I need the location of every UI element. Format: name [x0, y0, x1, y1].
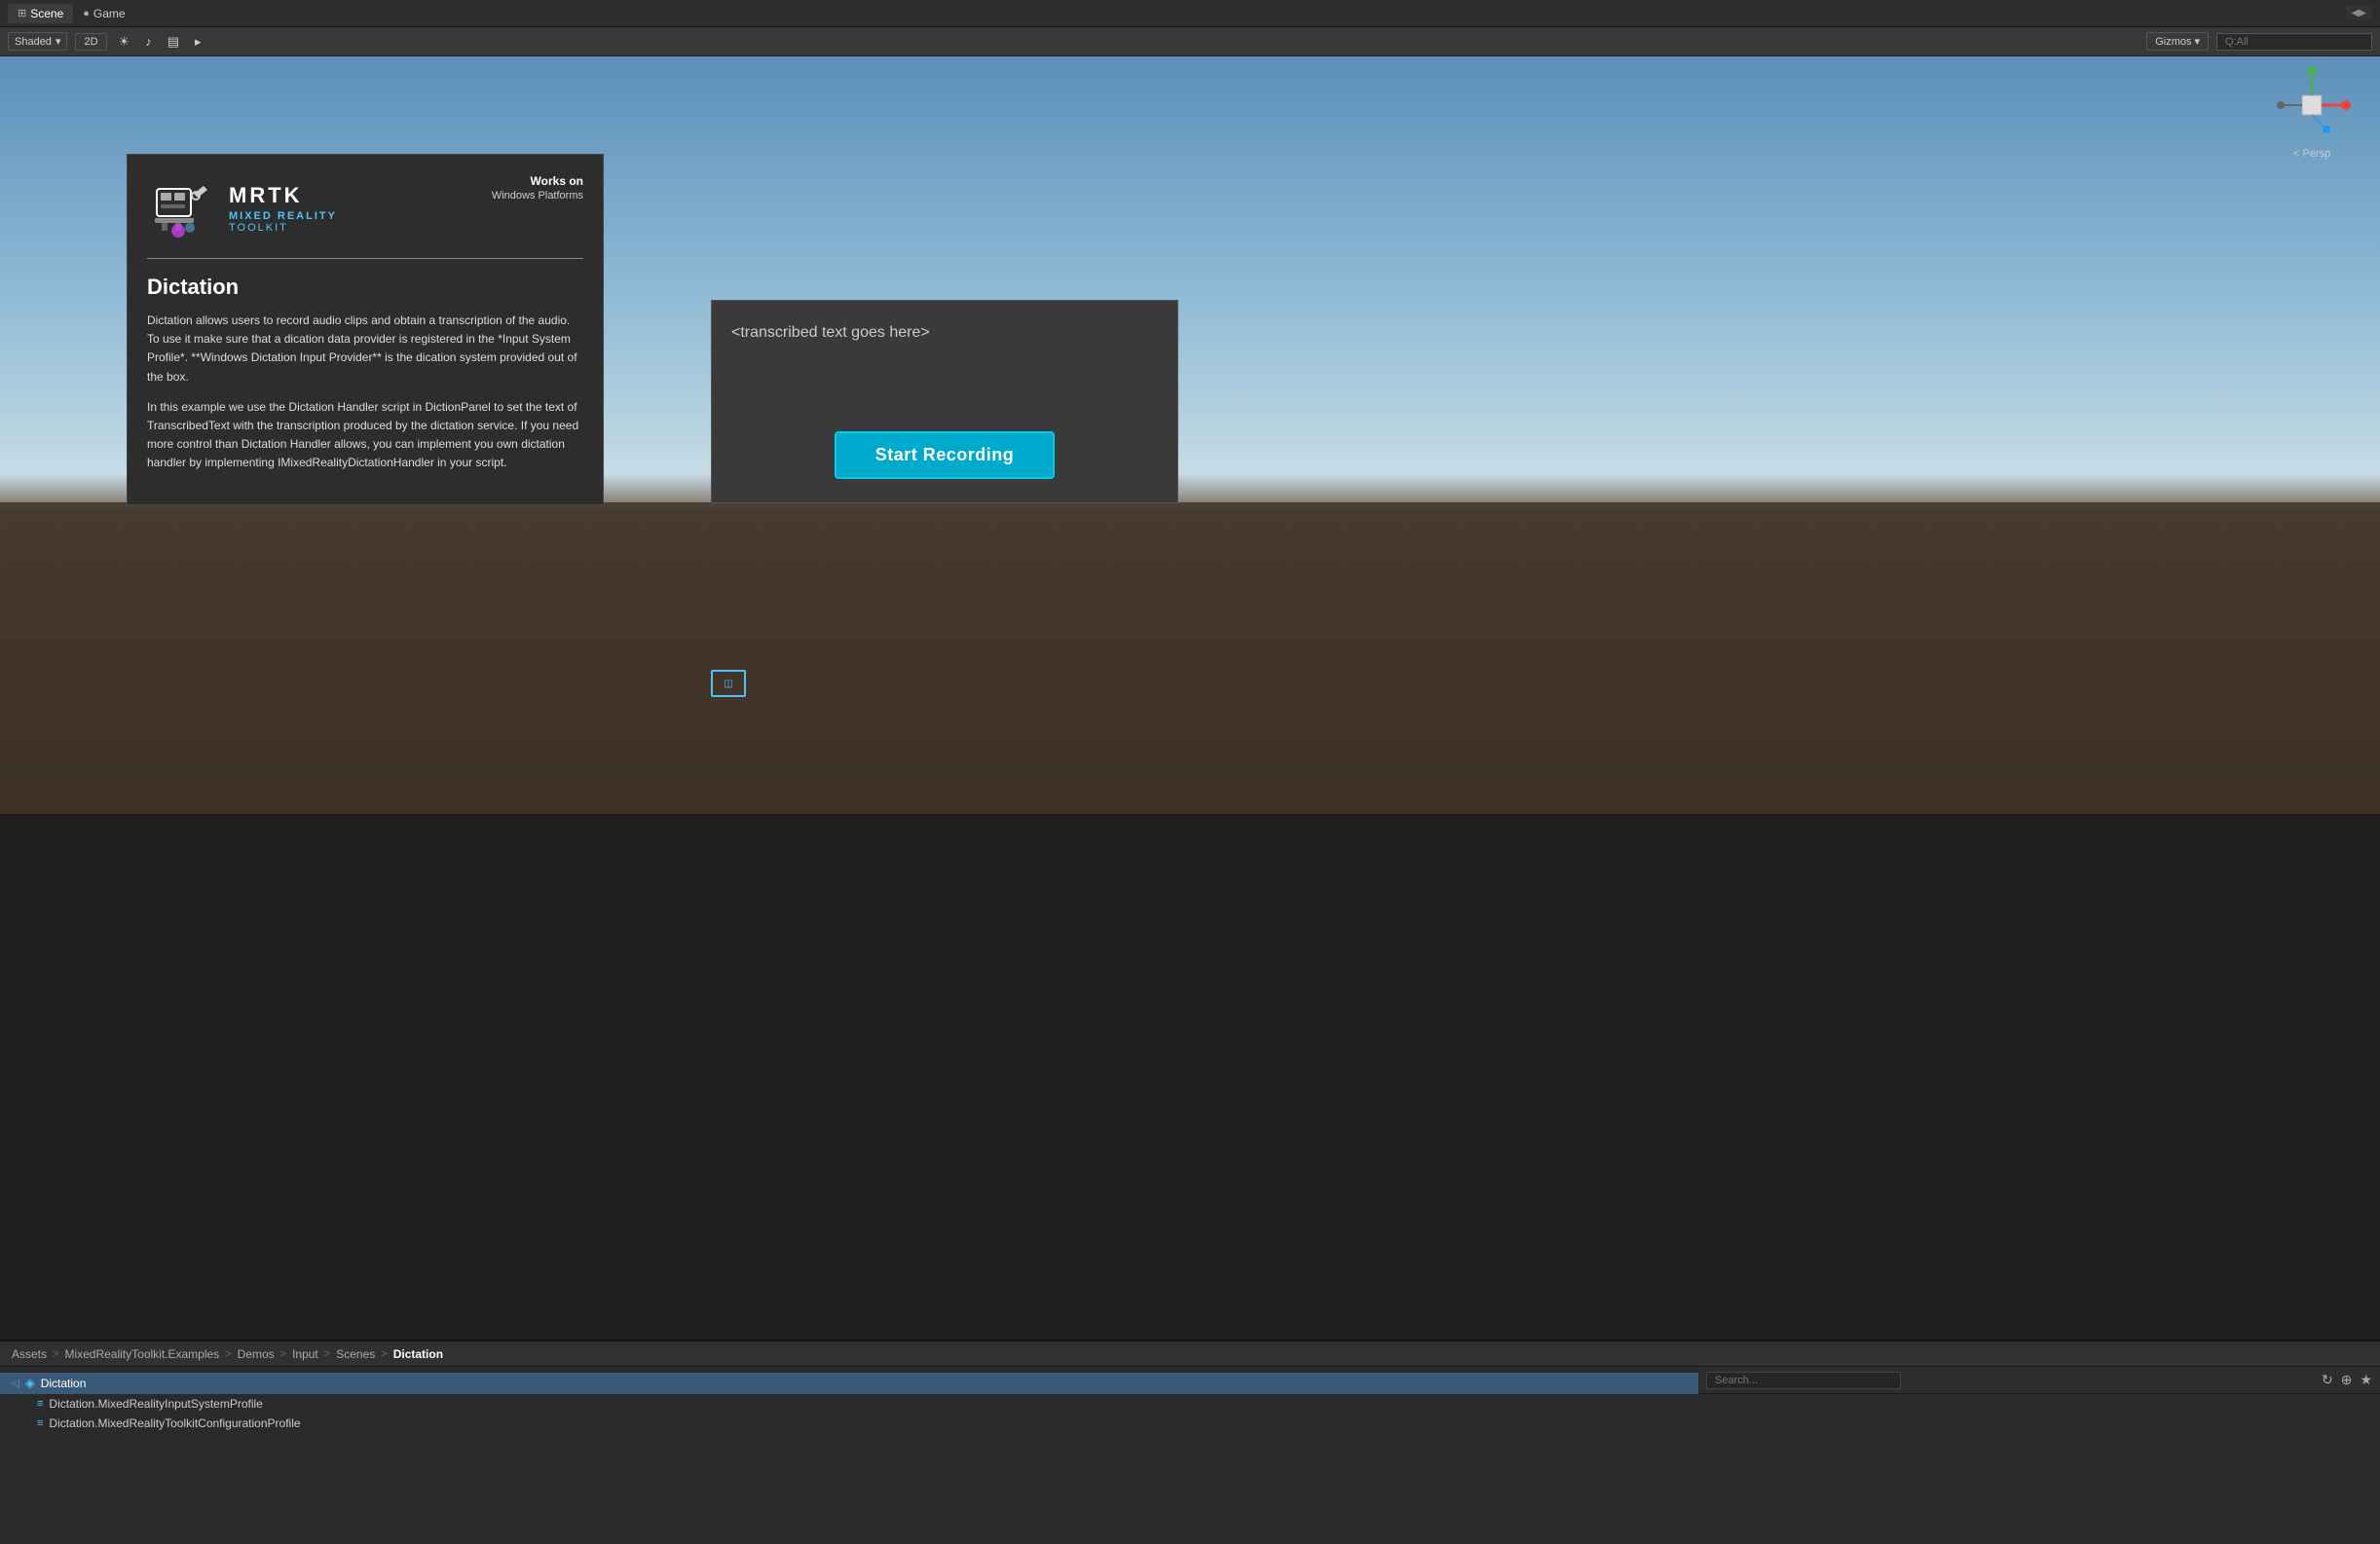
shading-dropdown[interactable]: Shaded ▾ — [8, 32, 67, 51]
tree-item-label-3: Dictation.MixedRealityToolkitConfigurati… — [49, 1416, 300, 1430]
breadcrumb-input[interactable]: Input — [292, 1347, 318, 1361]
floating-icon-symbol: ◫ — [724, 679, 732, 689]
transcription-panel: <transcribed text goes here> Start Recor… — [711, 300, 1178, 503]
tree-item-label: Dictation — [41, 1377, 87, 1390]
mrtk-body-text: Dictation allows users to record audio c… — [147, 312, 583, 473]
mode-2d-button[interactable]: 2D — [75, 33, 106, 51]
add-icon-button[interactable]: ⊕ — [2341, 1372, 2353, 1388]
mrtk-logo-icon — [147, 174, 215, 242]
game-tab-icon: ● — [83, 8, 90, 19]
floating-panel-icon[interactable]: ◫ — [711, 670, 746, 697]
mrtk-logo-area: MRTK MIXED REALITY TOOLKIT — [147, 174, 337, 242]
mrtk-works-on: Works on Windows Platforms — [492, 174, 583, 202]
mrtk-para1: Dictation allows users to record audio c… — [147, 312, 583, 386]
mrtk-title: MRTK — [229, 183, 337, 208]
start-recording-button[interactable]: Start Recording — [835, 431, 1056, 479]
panel-collapse-button[interactable]: ◀▶ — [2346, 6, 2372, 20]
tree-item-input-profile[interactable]: ≡ Dictation.MixedRealityInputSystemProfi… — [0, 1394, 2380, 1414]
game-tab-label: Game — [93, 7, 126, 20]
scene-toolbar: Shaded ▾ 2D ☀ ♪ ▤ ▸ Gizmos ▾ — [0, 27, 2380, 56]
mrtk-subtitle-line2: TOOLKIT — [229, 222, 337, 234]
bottom-toolbar-icons: ↻ ⊕ ★ — [2322, 1372, 2372, 1388]
breadcrumb-scenes[interactable]: Scenes — [336, 1347, 375, 1361]
breadcrumb-sep1: > — [53, 1348, 58, 1360]
gizmos-label: Gizmos — [2155, 36, 2191, 48]
breadcrumb-sep4: > — [324, 1348, 330, 1360]
extra-icon-button[interactable]: ▸ — [191, 32, 205, 52]
breadcrumb-demos[interactable]: Demos — [238, 1347, 275, 1361]
breadcrumb-sep3: > — [280, 1348, 286, 1360]
layers-icon-button[interactable]: ▤ — [164, 32, 183, 52]
scene-tab-icon: ⊞ — [18, 7, 26, 19]
gizmos-arrow-icon: ▾ — [2194, 35, 2200, 48]
breadcrumb-sep2: > — [225, 1348, 231, 1360]
scene-tab-label: Scene — [30, 7, 63, 20]
mrtk-para2: In this example we use the Dictation Han… — [147, 398, 583, 473]
mrtk-feature-title: Dictation — [147, 275, 583, 300]
bottom-panel: ↻ ⊕ ★ Assets > MixedRealityToolkit.Examp… — [0, 1340, 2380, 1544]
tree-scene-icon: ◈ — [25, 1376, 35, 1391]
platform-label: Windows Platforms — [492, 190, 583, 202]
transcribed-text: <transcribed text goes here> — [731, 324, 1158, 402]
scene-viewport: Y < Persp — [0, 56, 2380, 814]
gizmo-persp-label: < Persp — [2293, 148, 2330, 160]
works-on-label: Works on — [492, 174, 583, 188]
breadcrumb-toolkit-examples[interactable]: MixedRealityToolkit.Examples — [64, 1347, 219, 1361]
breadcrumb-sep5: > — [381, 1348, 387, 1360]
favorite-icon-button[interactable]: ★ — [2360, 1372, 2372, 1388]
bottom-search-bar: ↻ ⊕ ★ — [1698, 1367, 2380, 1394]
breadcrumb-active: Dictation — [393, 1347, 443, 1361]
shading-label: Shaded — [15, 36, 52, 48]
mrtk-subtitle-line1: MIXED REALITY — [229, 210, 337, 222]
tree-profile-icon-1: ≡ — [37, 1398, 43, 1410]
tab-scene[interactable]: ⊞ Scene — [8, 4, 73, 23]
tree-arrow-icon: ◁ — [12, 1379, 19, 1389]
grid-overlay — [0, 522, 2380, 814]
refresh-icon-button[interactable]: ↻ — [2322, 1372, 2333, 1388]
asset-search-input[interactable] — [1706, 1372, 1901, 1389]
gizmos-dropdown[interactable]: Gizmos ▾ — [2146, 32, 2209, 51]
top-tabs-bar: ⊞ Scene ● Game ◀▶ — [0, 0, 2380, 27]
mrtk-title-area: MRTK MIXED REALITY TOOLKIT — [229, 183, 337, 234]
sun-icon-button[interactable]: ☀ — [115, 32, 134, 52]
svg-text:Y: Y — [2316, 66, 2322, 71]
tree-profile-icon-2: ≡ — [37, 1417, 43, 1429]
mrtk-divider — [147, 258, 583, 259]
gizmo-widget: Y < Persp — [2263, 66, 2361, 183]
breadcrumb: Assets > MixedRealityToolkit.Examples > … — [0, 1342, 2380, 1367]
audio-icon-button[interactable]: ♪ — [141, 32, 156, 51]
shading-arrow-icon: ▾ — [56, 35, 61, 48]
gizmo-axes[interactable]: Y — [2273, 66, 2351, 144]
scene-search-input[interactable] — [2216, 33, 2372, 51]
mrtk-info-panel: MRTK MIXED REALITY TOOLKIT Works on Wind… — [127, 154, 604, 505]
tab-game[interactable]: ● Game — [73, 4, 134, 23]
mrtk-header: MRTK MIXED REALITY TOOLKIT Works on Wind… — [147, 174, 583, 242]
breadcrumb-assets[interactable]: Assets — [12, 1347, 47, 1361]
tree-item-config-profile[interactable]: ≡ Dictation.MixedRealityToolkitConfigura… — [0, 1414, 2380, 1433]
tree-item-label-2: Dictation.MixedRealityInputSystemProfile — [49, 1397, 262, 1411]
